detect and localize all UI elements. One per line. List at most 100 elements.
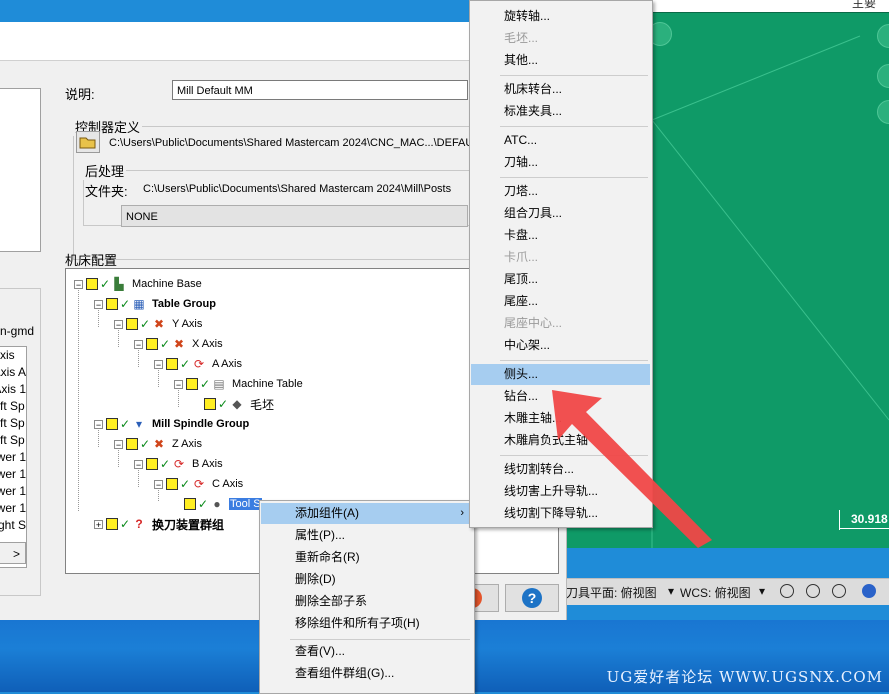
linear-axis-icon: ✖ (153, 317, 165, 331)
list-item[interactable]: ght S (0, 517, 26, 534)
check-icon: ✓ (140, 437, 151, 451)
menu-item-delete[interactable]: 删除(D) (261, 569, 472, 590)
checkbox-icon[interactable] (146, 338, 158, 350)
list-item[interactable]: ft Sp (0, 432, 26, 449)
submenu-item-turret[interactable]: 刀塔... (471, 181, 650, 202)
sphere-icon[interactable] (862, 584, 876, 598)
wcs-status[interactable]: WCS: 俯视图 (680, 584, 751, 601)
list-item[interactable]: ft Sp (0, 398, 26, 415)
help-button[interactable]: ? (505, 584, 559, 612)
submenu-item-other[interactable]: 其他... (471, 50, 650, 71)
submenu-item-tailstock[interactable]: 尾顶... (471, 269, 650, 290)
tree-node-spindle-group[interactable]: − ✓ ▾ Mill Spindle Group (94, 415, 250, 433)
description-input[interactable]: Mill Default MM (172, 80, 468, 100)
checkbox-icon[interactable] (146, 458, 158, 470)
menu-item-add-component[interactable]: 添加组件(A) › (261, 503, 472, 524)
list-item[interactable]: Axis 1 (0, 381, 26, 398)
submenu-item-rotary-axis[interactable]: 旋转轴... (471, 6, 650, 27)
menu-separator (500, 177, 648, 178)
menu-item-remove-with-children[interactable]: 移除组件和所有子项(H) (261, 613, 472, 634)
list-item[interactable]: xis (0, 347, 26, 364)
status-separator: ▾ (668, 584, 675, 598)
menu-item-properties[interactable]: 属性(P)... (261, 525, 472, 546)
collapse-icon[interactable]: − (94, 419, 103, 429)
submenu-item-chuck[interactable]: 卡盘... (471, 225, 650, 246)
collapse-icon[interactable]: − (94, 299, 103, 309)
check-icon: ✓ (160, 337, 171, 351)
check-icon: ✓ (200, 377, 211, 391)
base-icon: ▙ (114, 277, 124, 291)
list-item[interactable]: wer 1 (0, 500, 26, 517)
collapse-icon[interactable]: − (74, 279, 83, 289)
tree-node-machine-base[interactable]: − ✓ ▙ Machine Base (74, 275, 203, 293)
tree-node-tool-spindle[interactable]: ✓ ● Tool S (184, 495, 262, 513)
list-item[interactable]: Axis A (0, 364, 26, 381)
submenu-item-jaw: 卡爪... (504, 250, 539, 264)
checkbox-icon[interactable] (166, 358, 178, 370)
tree-node-tool-changer[interactable]: + ✓ ? 换刀装置群组 (94, 515, 225, 533)
left-panel-box (0, 88, 41, 252)
collapse-icon[interactable]: − (134, 339, 143, 349)
tree-node-y-axis[interactable]: − ✓ ✖ Y Axis (114, 315, 203, 333)
menu-item-view-group[interactable]: 查看组件群组(G)... (261, 663, 472, 684)
globe-icon[interactable] (832, 584, 846, 598)
globe-icon[interactable] (780, 584, 794, 598)
checkbox-icon[interactable] (204, 398, 216, 410)
list-item[interactable]: wer 1 (0, 483, 26, 500)
submenu-item-steady-rest[interactable]: 中心架... (471, 335, 650, 356)
checkbox-icon[interactable] (106, 418, 118, 430)
tree-node-x-axis[interactable]: − ✓ ✖ X Axis (134, 335, 224, 353)
check-icon: ✓ (120, 517, 131, 531)
linear-axis-icon: ✖ (173, 337, 185, 351)
checkbox-icon[interactable] (86, 278, 98, 290)
tree-node-b-axis[interactable]: − ✓ ⟳ B Axis (134, 455, 224, 473)
checkbox-icon[interactable] (106, 518, 118, 530)
submenu-item-tool-axis[interactable]: 刀轴... (471, 152, 650, 173)
submenu-item-gang-tool[interactable]: 组合刀具... (471, 203, 650, 224)
scroll-right-button[interactable]: > (0, 542, 26, 564)
collapse-icon[interactable]: − (174, 379, 183, 389)
checkbox-icon[interactable] (126, 318, 138, 330)
collapse-icon[interactable]: − (114, 319, 123, 329)
tree-node-c-axis[interactable]: − ✓ ⟳ C Axis (154, 475, 244, 493)
collapse-icon[interactable]: − (134, 459, 143, 469)
collapse-icon[interactable]: − (154, 359, 163, 369)
expand-icon[interactable]: + (94, 519, 103, 529)
description-label: 说明: (65, 87, 95, 102)
rotary-axis-icon: ⟳ (193, 357, 205, 371)
list-item[interactable]: wer 1 (0, 449, 26, 466)
tree-node-z-axis[interactable]: − ✓ ✖ Z Axis (114, 435, 203, 453)
dimension-value: 30.918 (851, 512, 888, 526)
menu-separator (500, 126, 648, 127)
tree-node-table-group[interactable]: − ✓ ▦ Table Group (94, 295, 217, 313)
submenu-item-std-fixture[interactable]: 标准夹具... (471, 101, 650, 122)
submenu-item-machine-rotary[interactable]: 机床转台... (471, 79, 650, 100)
submenu-item-tail-base[interactable]: 尾座... (471, 291, 650, 312)
collapse-icon[interactable]: − (114, 439, 123, 449)
tree-node-stock[interactable]: ✓ ◆ 毛坯 (204, 395, 275, 413)
globe-icon[interactable] (806, 584, 820, 598)
collapse-icon[interactable]: − (154, 479, 163, 489)
menu-item-delete-children[interactable]: 删除全部子系 (261, 591, 472, 612)
checkbox-icon[interactable] (184, 498, 196, 510)
tree-connector (78, 287, 79, 511)
left-component-list[interactable]: xis Axis A Axis 1 ft Sp ft Sp ft Sp wer … (0, 346, 27, 568)
list-item[interactable]: ft Sp (0, 415, 26, 432)
checkbox-icon[interactable] (166, 478, 178, 490)
submenu-item-stock: 毛坯... (504, 31, 539, 45)
unknown-icon: ? (135, 517, 143, 531)
menu-item-rename[interactable]: 重新命名(R) (261, 547, 472, 568)
tree-node-a-axis[interactable]: − ✓ ⟳ A Axis (154, 355, 243, 373)
spindle-group-icon: ▾ (135, 417, 143, 431)
open-folder-button[interactable] (76, 131, 100, 153)
menu-item-view[interactable]: 查看(V)... (261, 641, 472, 662)
tree-node-machine-table[interactable]: − ✓ ▤ Machine Table (174, 375, 304, 393)
checkbox-icon[interactable] (186, 378, 198, 390)
checkbox-icon[interactable] (126, 438, 138, 450)
post-processor-select[interactable]: NONE (121, 205, 468, 227)
tool-plane-status[interactable]: 刀具平面: 俯视图 (566, 584, 657, 601)
list-item[interactable]: wer 1 (0, 466, 26, 483)
checkbox-icon[interactable] (106, 298, 118, 310)
submenu-item-atc[interactable]: ATC... (471, 130, 650, 151)
menu-separator (500, 360, 648, 361)
